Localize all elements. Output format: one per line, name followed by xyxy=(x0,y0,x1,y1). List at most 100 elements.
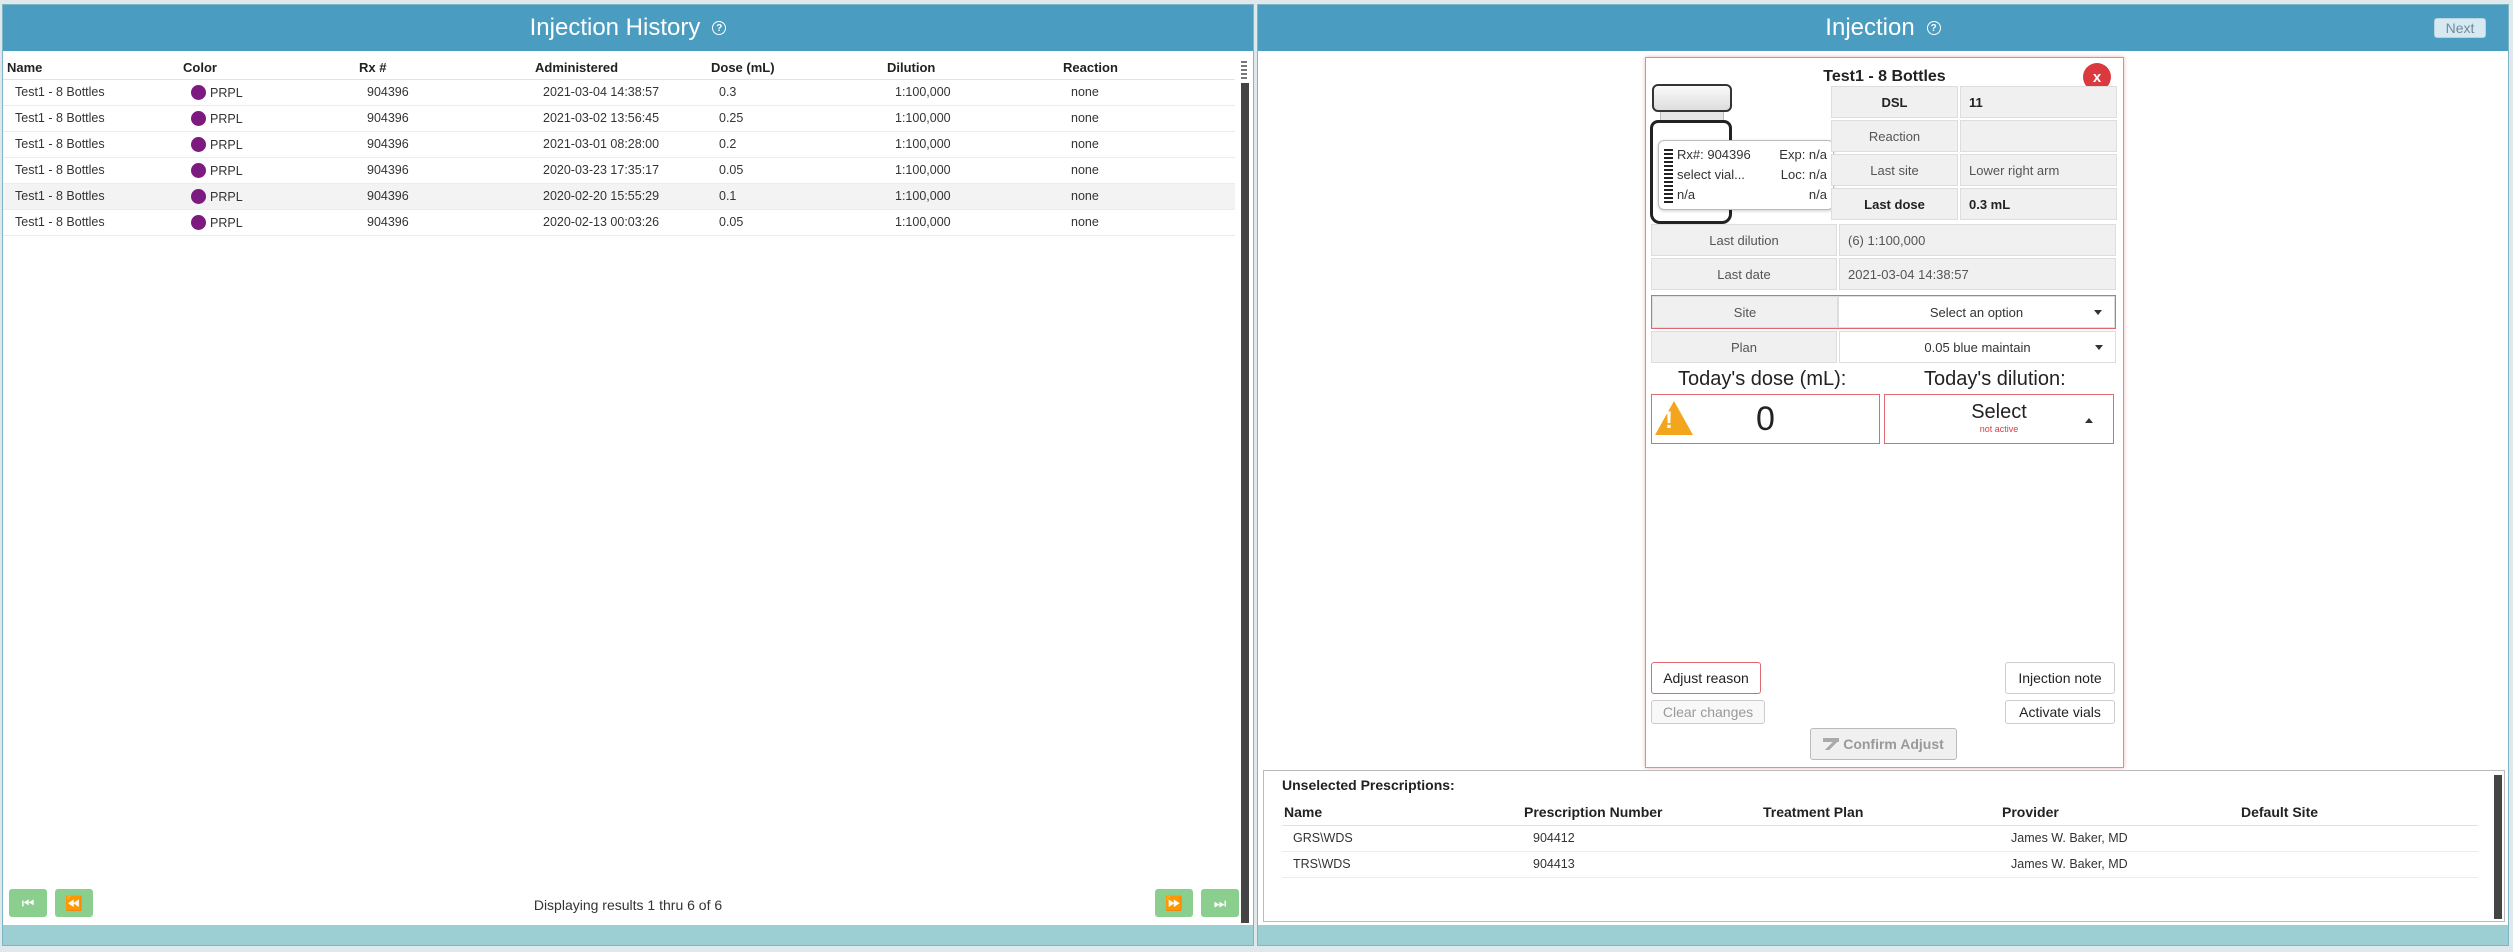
vial-info-left: n/a xyxy=(1677,187,1696,202)
history-scrollbar[interactable] xyxy=(1241,57,1249,927)
vial-label[interactable]: Rx#: 904396 Exp: n/a select vial... Loc: n… xyxy=(1658,140,1834,210)
site-label: Site xyxy=(1652,296,1838,328)
last-dose-label: Last dose xyxy=(1831,188,1958,220)
column-header-reaction[interactable]: Reaction xyxy=(1059,51,1235,80)
cell-color: PRPL xyxy=(179,157,355,184)
vial-widget[interactable]: Rx#: 904396 Exp: n/a select vial... Loc: n… xyxy=(1650,84,1834,224)
dilution-select-value: Select xyxy=(1971,401,2027,423)
last-site-label: Last site xyxy=(1831,154,1958,186)
column-header-default-site[interactable]: Default Site xyxy=(2239,799,2478,826)
dsl-label: DSL xyxy=(1831,86,1958,118)
cell-name: Test1 - 8 Bottles xyxy=(3,183,179,210)
injection-history-panel: Injection History ? Name Color Rx # Admi… xyxy=(2,4,1254,946)
reaction-value xyxy=(1960,120,2117,152)
cell-dose: 0.2 xyxy=(707,131,883,158)
barcode-icon xyxy=(1664,149,1673,203)
cell-color: PRPL xyxy=(179,209,355,236)
last-dilution-label: Last dilution xyxy=(1651,224,1837,256)
cell-color: PRPL xyxy=(179,79,355,106)
plan-select[interactable]: 0.05 blue maintain xyxy=(1839,331,2116,363)
injection-panel: Injection ? Next Test1 - 8 Bottles x Rx#… xyxy=(1257,4,2509,946)
cell-name: Test1 - 8 Bottles xyxy=(3,105,179,132)
injection-note-button[interactable]: Injection note xyxy=(2005,662,2115,694)
cell-rx: 904396 xyxy=(355,105,531,132)
injection-header: Injection ? Next xyxy=(1258,5,2508,51)
unselected-prescriptions-title: Unselected Prescriptions: xyxy=(1282,777,1455,793)
table-row[interactable]: Test1 - 8 Bottles PRPL 904396 2020-02-13 00… xyxy=(3,209,1235,236)
dilution-status: not active xyxy=(1979,424,2019,434)
scrollbar-grip[interactable] xyxy=(1241,61,1247,79)
table-row[interactable]: Test1 - 8 Bottles PRPL 904396 2021-03-01 08… xyxy=(3,131,1235,158)
table-row[interactable]: Test1 - 8 Bottles PRPL 904396 2020-03-23 17… xyxy=(3,157,1235,184)
column-header-rx[interactable]: Rx # xyxy=(355,51,531,80)
dilution-select[interactable]: Select not active xyxy=(1884,394,2114,444)
cell-number: 904413 xyxy=(1522,851,1761,878)
column-header-color[interactable]: Color xyxy=(179,51,355,80)
cell-name: GRS\WDS xyxy=(1282,825,1522,852)
last-page-button[interactable]: ⏭ xyxy=(1201,889,1239,917)
table-row[interactable]: Test1 - 8 Bottles PRPL 904396 2021-03-04 14… xyxy=(3,79,1235,106)
table-row[interactable]: Test1 - 8 Bottles PRPL 904396 2021-03-02 13… xyxy=(3,105,1235,132)
column-header-name[interactable]: Name xyxy=(3,51,179,80)
cell-reaction: none xyxy=(1059,209,1235,236)
cell-dilution: 1:100,000 xyxy=(883,105,1059,132)
scrollbar-track[interactable] xyxy=(1241,83,1249,923)
confirm-adjust-label: Confirm Adjust xyxy=(1843,736,1944,752)
cell-administered: 2021-03-01 08:28:00 xyxy=(531,131,707,158)
column-header-dose[interactable]: Dose (mL) xyxy=(707,51,883,80)
color-label: PRPL xyxy=(210,85,243,100)
column-header-administered[interactable]: Administered xyxy=(531,51,707,80)
cell-dose: 0.05 xyxy=(707,157,883,184)
pagination-status: Displaying results 1 thru 6 of 6 xyxy=(533,897,723,913)
plan-select-value: 0.05 blue maintain xyxy=(1924,339,2031,355)
next-page-button[interactable]: ⏩ xyxy=(1155,889,1193,917)
color-dot-icon xyxy=(191,188,206,204)
column-header-provider[interactable]: Provider xyxy=(2000,799,2239,826)
cell-rx: 904396 xyxy=(355,131,531,158)
table-row[interactable]: TRS\WDS 904413 James W. Baker, MD xyxy=(1282,851,2478,878)
adjust-reason-button[interactable]: Adjust reason xyxy=(1651,662,1761,694)
cell-reaction: none xyxy=(1059,183,1235,210)
color-label: PRPL xyxy=(210,189,243,204)
pagination: ⏮ ⏪ Displaying results 1 thru 6 of 6 ⏩ ⏭ xyxy=(3,889,1253,919)
history-footer-bar xyxy=(3,925,1253,945)
cell-color: PRPL xyxy=(179,183,355,210)
clear-changes-button[interactable]: Clear changes xyxy=(1651,700,1765,724)
column-header-dilution[interactable]: Dilution xyxy=(883,51,1059,80)
vial-info-grid: DSL 11 Reaction Last site Lower right ar… xyxy=(1831,86,2117,220)
cell-color: PRPL xyxy=(179,105,355,132)
cell-rx: 904396 xyxy=(355,79,531,106)
injection-footer-bar xyxy=(1258,925,2508,945)
column-header-prescription-number[interactable]: Prescription Number xyxy=(1522,799,1761,826)
cell-dose: 0.25 xyxy=(707,105,883,132)
table-row[interactable]: GRS\WDS 904412 James W. Baker, MD xyxy=(1282,825,2478,852)
column-header-treatment-plan[interactable]: Treatment Plan xyxy=(1761,799,2000,826)
gavel-icon xyxy=(1823,738,1840,750)
cell-dose: 0.3 xyxy=(707,79,883,106)
cell-provider: James W. Baker, MD xyxy=(2000,851,2239,878)
cell-dilution: 1:100,000 xyxy=(883,131,1059,158)
cell-plan xyxy=(1761,851,2000,878)
next-button[interactable]: Next xyxy=(2434,18,2486,38)
activate-vials-button[interactable]: Activate vials xyxy=(2005,700,2115,724)
vial-cap xyxy=(1652,84,1732,112)
history-info-grid: Last dilution (6) 1:100,000 Last date 20… xyxy=(1651,224,2116,290)
table-row[interactable]: Test1 - 8 Bottles PRPL 904396 2020-02-20 15… xyxy=(3,183,1235,210)
last-site-value: Lower right arm xyxy=(1960,154,2117,186)
color-dot-icon xyxy=(191,136,206,152)
vial-rx: Rx#: 904396 xyxy=(1677,147,1751,162)
todays-dilution-label: Today's dilution: xyxy=(1924,368,2066,390)
dose-input[interactable]: ! 0 xyxy=(1651,394,1880,444)
help-icon[interactable]: ? xyxy=(1926,21,1941,35)
cell-reaction: none xyxy=(1059,131,1235,158)
cell-reaction: none xyxy=(1059,105,1235,132)
cell-administered: 2021-03-02 13:56:45 xyxy=(531,105,707,132)
plan-row: Plan 0.05 blue maintain xyxy=(1651,331,2116,363)
confirm-adjust-button[interactable]: Confirm Adjust xyxy=(1810,728,1957,760)
cell-provider: James W. Baker, MD xyxy=(2000,825,2239,852)
vial-select[interactable]: select vial... xyxy=(1677,165,1745,185)
site-select[interactable]: Select an option xyxy=(1838,296,2115,328)
prescriptions-scrollbar[interactable] xyxy=(2494,775,2502,919)
column-header-name[interactable]: Name xyxy=(1282,799,1522,826)
help-icon[interactable]: ? xyxy=(712,21,727,35)
